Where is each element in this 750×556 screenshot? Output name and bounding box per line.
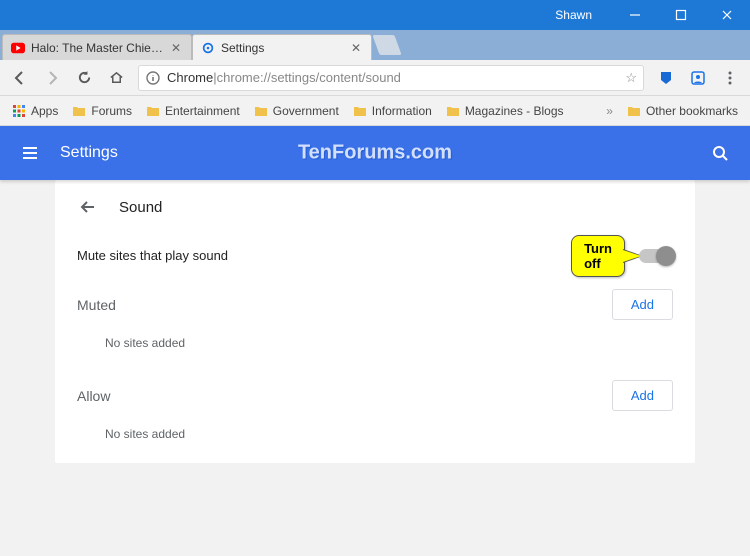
bookmark-folder-other[interactable]: Other bookmarks [621,102,744,120]
bookmark-label: Government [273,104,339,118]
muted-add-button[interactable]: Add [612,289,673,320]
bookmark-label: Entertainment [165,104,240,118]
nav-reload-button[interactable] [70,64,98,92]
settings-header: Settings TenForums.com [0,126,750,180]
youtube-icon [11,41,25,55]
tab-label: Settings [221,41,345,55]
window-maximize-button[interactable] [658,0,704,30]
tab-youtube[interactable]: Halo: The Master Chief C ✕ [2,34,192,60]
settings-content: Sound Mute sites that play sound Turn of… [0,180,750,556]
settings-title: Settings [60,144,118,162]
bookmark-folder-magazines[interactable]: Magazines - Blogs [440,102,570,120]
tab-strip: Halo: The Master Chief C ✕ Settings ✕ [0,30,750,60]
muted-empty-text: No sites added [77,320,673,372]
bookmark-folder-forums[interactable]: Forums [66,102,138,120]
nav-forward-button[interactable] [38,64,66,92]
folder-icon [353,104,367,118]
window-titlebar: Shawn [0,0,750,30]
nav-home-button[interactable] [102,64,130,92]
bookmark-label: Information [372,104,432,118]
folder-icon [627,104,641,118]
apps-icon [12,104,26,118]
page-title: Sound [119,199,162,216]
folder-icon [72,104,86,118]
section-allow: Allow Add No sites added [55,372,695,463]
folder-icon [146,104,160,118]
extension-account-icon[interactable] [684,64,712,92]
back-arrow-button[interactable] [77,196,99,218]
page-subheader: Sound [55,180,695,230]
watermark-text: TenForums.com [298,142,452,165]
bookmark-apps[interactable]: Apps [6,102,64,120]
close-icon[interactable]: ✕ [169,41,183,55]
bookmark-folder-information[interactable]: Information [347,102,438,120]
annotation-callout: Turn off [571,235,625,277]
section-muted-title: Muted [77,297,116,313]
chrome-menu-button[interactable] [716,64,744,92]
allow-add-button[interactable]: Add [612,380,673,411]
window-close-button[interactable] [704,0,750,30]
bookmark-folder-government[interactable]: Government [248,102,345,120]
address-bar[interactable]: Chrome | chrome://settings/content/sound… [138,65,644,91]
nav-back-button[interactable] [6,64,34,92]
menu-hamburger-button[interactable] [18,141,42,165]
allow-empty-text: No sites added [77,411,673,463]
folder-icon [254,104,268,118]
bookmarks-overflow-button[interactable]: » [600,104,619,118]
window-minimize-button[interactable] [612,0,658,30]
gear-icon [201,41,215,55]
bookmark-label: Apps [31,104,58,118]
mute-sites-label: Mute sites that play sound [77,248,228,263]
window-user-label: Shawn [555,8,592,22]
browser-toolbar: Chrome | chrome://settings/content/sound… [0,60,750,96]
mute-sites-row: Mute sites that play sound Turn off [55,230,695,281]
tab-settings[interactable]: Settings ✕ [192,34,372,60]
bookmarks-bar: Apps Forums Entertainment Government Inf… [0,96,750,126]
address-path: chrome://settings/content/sound [217,70,401,85]
bookmark-folder-entertainment[interactable]: Entertainment [140,102,246,120]
bookmark-label: Magazines - Blogs [465,104,564,118]
close-icon[interactable]: ✕ [349,41,363,55]
new-tab-button[interactable] [372,35,401,55]
mute-sites-toggle[interactable] [639,249,673,263]
bookmark-label: Other bookmarks [646,104,738,118]
section-allow-title: Allow [77,388,110,404]
settings-card: Sound Mute sites that play sound Turn of… [55,180,695,463]
bookmark-label: Forums [91,104,132,118]
extension-malwarebytes-icon[interactable] [652,64,680,92]
toggle-knob [656,246,676,266]
section-muted: Muted Add No sites added [55,281,695,372]
tab-label: Halo: The Master Chief C [31,41,165,55]
settings-search-button[interactable] [708,141,732,165]
folder-icon [446,104,460,118]
site-info-icon[interactable] [145,70,161,86]
bookmark-star-icon[interactable]: ☆ [625,70,637,86]
address-origin: Chrome [167,70,213,85]
